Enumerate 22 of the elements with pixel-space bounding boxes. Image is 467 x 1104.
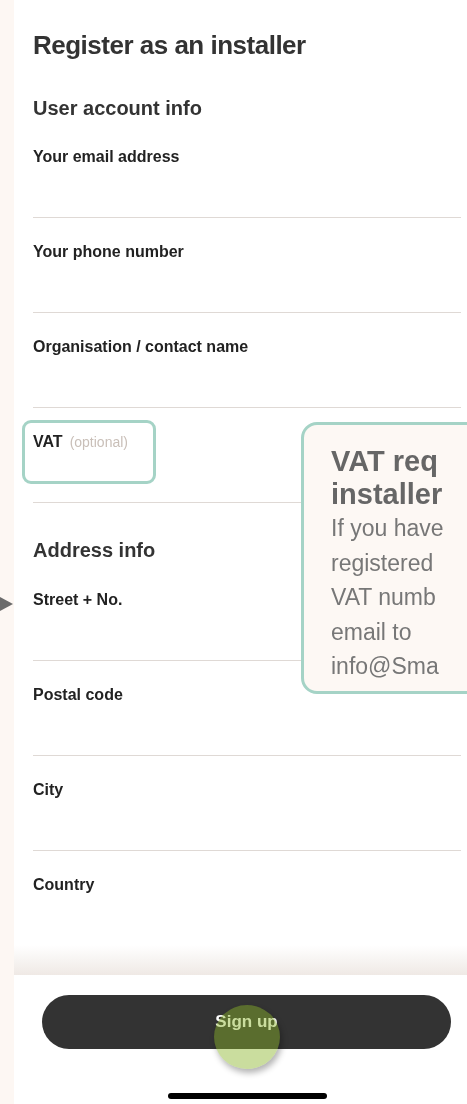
field-label: Your phone number <box>33 243 184 261</box>
field-label: Organisation / contact name <box>33 338 249 356</box>
tooltip-text: info@Sma <box>331 652 440 681</box>
tooltip-text: If you have <box>331 514 445 543</box>
tooltip-title: installer <box>331 478 444 511</box>
tooltip-text: registered <box>331 548 435 578</box>
pointer-arrow-icon <box>0 597 13 611</box>
page-title: Register as an installer <box>33 29 307 62</box>
field-label: City <box>33 781 64 799</box>
field-label: Street + No. <box>33 591 123 609</box>
sign-up-button[interactable]: Sign up <box>42 995 451 1049</box>
tooltip-title: VAT req <box>331 445 439 478</box>
tooltip-text: VAT numb <box>331 583 437 612</box>
section-heading: Address info <box>33 538 156 563</box>
tooltip-text: email to <box>331 617 413 647</box>
section-heading: User account info <box>33 96 202 121</box>
optional-hint: (optional) <box>69 434 128 450</box>
field-label: Postal code <box>33 686 123 704</box>
field-label: Country <box>33 876 95 894</box>
touch-indicator <box>214 1005 280 1069</box>
field-label: VAT <box>33 433 63 451</box>
field-label: Your email address <box>33 148 180 166</box>
